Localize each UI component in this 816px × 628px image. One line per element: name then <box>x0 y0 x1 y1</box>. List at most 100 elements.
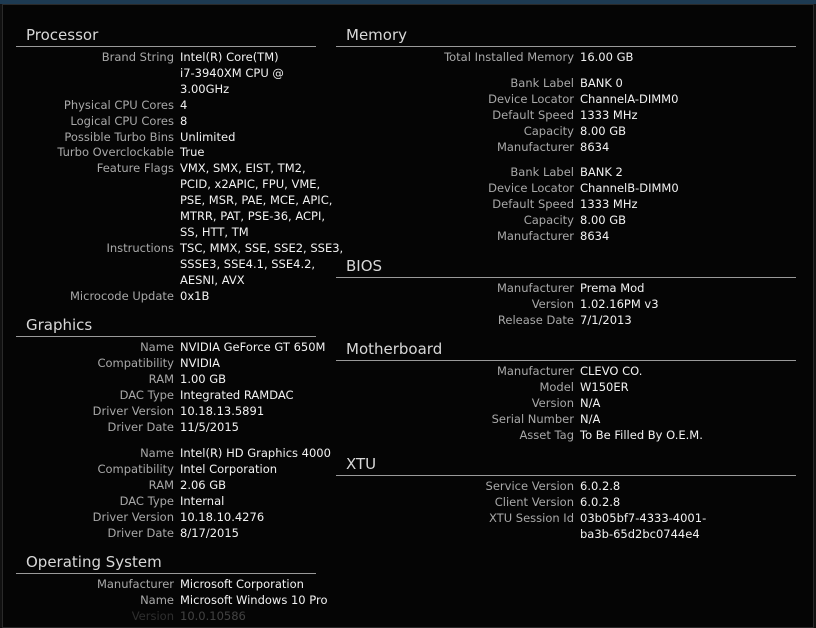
section-title-xtu: XTU <box>336 455 796 476</box>
gpu2-dac-type: DAC Type Internal <box>16 493 225 509</box>
row-value: 1333 MHz <box>580 108 638 122</box>
row-key: Driver Version <box>92 510 174 524</box>
gpu1-ram: RAM 1.00 GB <box>16 371 226 387</box>
row-value: VMX, SMX, EIST, TM2, PCID, x2APIC, FPU, … <box>180 161 333 239</box>
section-title-operating-system: Operating System <box>16 553 316 574</box>
row-key: DAC Type <box>119 494 174 508</box>
row-value: 0x1B <box>180 289 210 303</box>
motherboard-manufacturer: Manufacturer CLEVO CO. <box>336 363 642 379</box>
row-key: Feature Flags <box>96 161 174 175</box>
gpu2-driver-version: Driver Version 10.18.10.4276 <box>16 509 264 525</box>
gpu1-driver-date: Driver Date 11/5/2015 <box>16 419 239 435</box>
row-key: Name <box>140 446 174 460</box>
row-value: 8.00 GB <box>580 213 627 227</box>
row-value: 7/1/2013 <box>580 313 632 327</box>
row-key: Driver Version <box>92 404 174 418</box>
os-version: Version 10.0.10586 <box>16 608 246 624</box>
row-key: Microcode Update <box>70 289 174 303</box>
row-value: True <box>180 145 205 159</box>
row-value: N/A <box>580 396 601 410</box>
row-value: TSC, MMX, SSE, SSE2, SSE3, SSSE3, SSE4.1… <box>180 241 344 287</box>
bios-manufacturer: Manufacturer Prema Mod <box>336 280 645 296</box>
row-value: 1.00 GB <box>180 372 227 386</box>
row-key: Name <box>140 340 174 354</box>
row-key: Instructions <box>106 241 174 255</box>
memory-total-installed: Total Installed Memory 16.00 GB <box>336 49 633 65</box>
row-key: Manufacturer <box>496 364 574 378</box>
row-key: Default Speed <box>492 197 574 211</box>
row-value: 03b05bf7-4333-4001- ba3b-65d2bc0744e4 <box>580 511 707 541</box>
row-value: Intel Corporation <box>180 462 278 476</box>
section-title-graphics: Graphics <box>16 316 316 337</box>
row-key: Manufacturer <box>496 140 574 154</box>
processor-feature-flags: Feature Flags VMX, SMX, EIST, TM2, PCID, … <box>16 160 333 240</box>
row-value: 6.0.2.8 <box>580 479 621 493</box>
processor-turbo-bins: Possible Turbo Bins Unlimited <box>16 129 235 145</box>
row-key: Bank Label <box>510 76 574 90</box>
row-value: BANK 0 <box>580 76 623 90</box>
bank0-default-speed: Default Speed 1333 MHz <box>336 107 638 123</box>
bank2-default-speed: Default Speed 1333 MHz <box>336 196 638 212</box>
os-manufacturer: Manufacturer Microsoft Corporation <box>16 576 304 592</box>
motherboard-model: Model W150ER <box>336 379 629 395</box>
section-title-processor: Processor <box>16 26 316 47</box>
gpu2-ram: RAM 2.06 GB <box>16 477 226 493</box>
row-value: 16.00 GB <box>580 50 634 64</box>
row-key: Asset Tag <box>519 428 574 442</box>
gpu1-driver-version: Driver Version 10.18.13.5891 <box>16 403 264 419</box>
row-key: Serial Number <box>491 412 574 426</box>
processor-turbo-overclockable: Turbo Overclockable True <box>16 144 204 160</box>
gpu2-driver-date: Driver Date 8/17/2015 <box>16 525 239 541</box>
row-value: 8634 <box>580 140 610 154</box>
row-key: Service Version <box>485 479 574 493</box>
row-value: 8 <box>180 114 188 128</box>
row-value: Prema Mod <box>580 281 645 295</box>
row-key: Logical CPU Cores <box>70 114 174 128</box>
row-value: Microsoft Corporation <box>180 577 304 591</box>
row-key: Compatibility <box>97 356 174 370</box>
bank0-label: Bank Label BANK 0 <box>336 75 623 91</box>
row-value: ChannelA-DIMM0 <box>580 92 679 106</box>
row-key: Manufacturer <box>96 577 174 591</box>
processor-physical-cores: Physical CPU Cores 4 <box>16 97 187 113</box>
row-key: Manufacturer <box>496 229 574 243</box>
row-value: BANK 2 <box>580 165 623 179</box>
row-value: 11/5/2015 <box>180 420 239 434</box>
row-value: 10.0.10586 <box>180 609 246 623</box>
row-key: Brand String <box>101 50 174 64</box>
row-value: CLEVO CO. <box>580 364 643 378</box>
row-key: RAM <box>148 478 174 492</box>
gpu2-name: Name Intel(R) HD Graphics 4000 <box>16 445 331 461</box>
row-key: XTU Session Id <box>489 511 574 525</box>
row-value: ChannelB-DIMM0 <box>580 181 679 195</box>
bank0-manufacturer: Manufacturer 8634 <box>336 139 609 155</box>
row-value: W150ER <box>580 380 629 394</box>
row-key: Compatibility <box>97 462 174 476</box>
bank0-capacity: Capacity 8.00 GB <box>336 123 626 139</box>
xtu-session-id: XTU Session Id 03b05bf7-4333-4001- ba3b-6… <box>336 510 706 542</box>
xtu-client-version: Client Version 6.0.2.8 <box>336 494 620 510</box>
xtu-service-version: Service Version 6.0.2.8 <box>336 478 621 494</box>
processor-brand-string: Brand String Intel(R) Core(TM) i7-3940XM … <box>16 49 284 97</box>
row-key: Possible Turbo Bins <box>64 130 174 144</box>
row-key: Default Speed <box>492 108 574 122</box>
row-value: To Be Filled By O.E.M. <box>580 428 703 442</box>
row-value: 6.0.2.8 <box>580 495 621 509</box>
row-key: Device Locator <box>488 92 574 106</box>
processor-logical-cores: Logical CPU Cores 8 <box>16 113 187 129</box>
row-value: Integrated RAMDAC <box>180 388 294 402</box>
row-value: 2.06 GB <box>180 478 227 492</box>
row-key: Version <box>531 297 574 311</box>
bios-release-date: Release Date 7/1/2013 <box>336 312 632 328</box>
row-value: 8634 <box>580 229 610 243</box>
gpu1-compatibility: Compatibility NVIDIA <box>16 355 220 371</box>
row-key: Version <box>131 609 174 623</box>
row-key: RAM <box>148 372 174 386</box>
row-value: Unlimited <box>180 130 236 144</box>
row-value: 1333 MHz <box>580 197 638 211</box>
row-key: Physical CPU Cores <box>63 98 174 112</box>
row-key: Model <box>539 380 574 394</box>
row-key: DAC Type <box>119 388 174 402</box>
row-value: 8.00 GB <box>580 124 627 138</box>
bank2-manufacturer: Manufacturer 8634 <box>336 228 609 244</box>
